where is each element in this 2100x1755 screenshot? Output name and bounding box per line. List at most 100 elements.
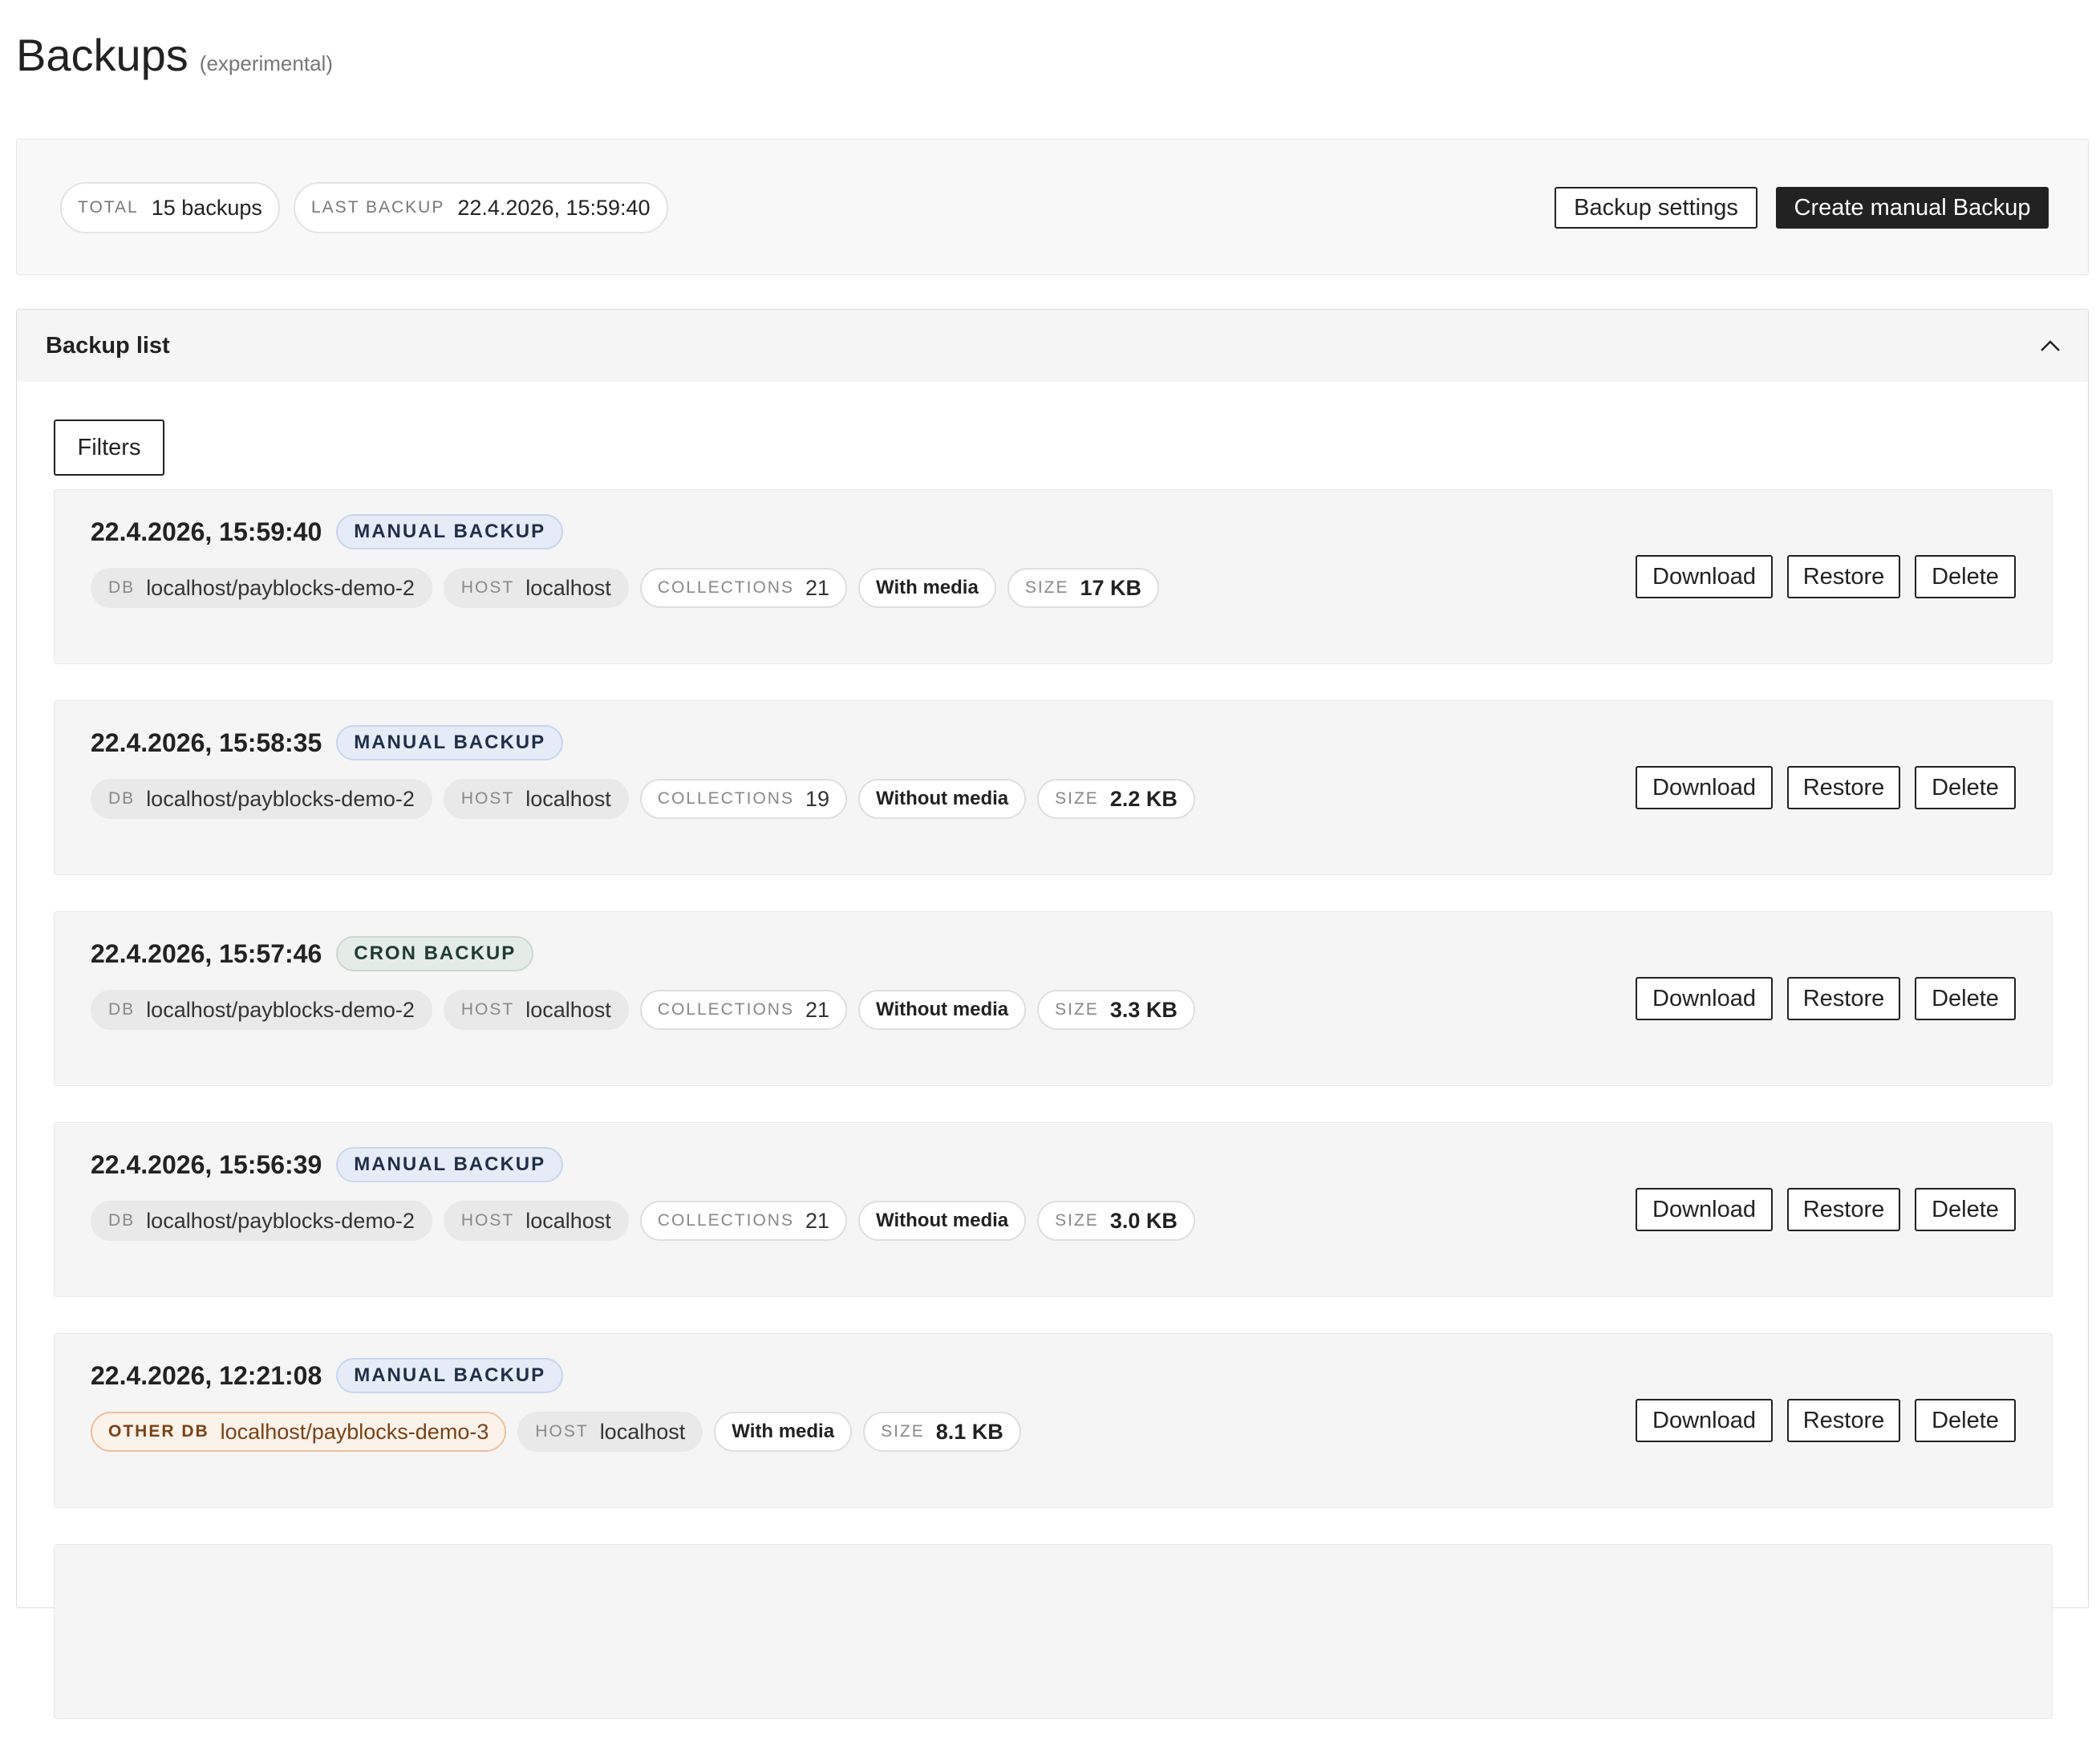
size-chip: SIZE 2.2 KB bbox=[1037, 779, 1195, 819]
size-label: SIZE bbox=[1055, 1000, 1099, 1019]
host-label: HOST bbox=[460, 789, 515, 808]
backup-date: 22.4.2026, 15:56:39 bbox=[91, 1149, 322, 1179]
db-label: DB bbox=[108, 1211, 136, 1230]
backup-type-badge: MANUAL BACKUP bbox=[336, 725, 564, 760]
media-chip: With media bbox=[714, 1412, 853, 1452]
download-button[interactable]: Download bbox=[1636, 1399, 1773, 1442]
backup-type-badge: MANUAL BACKUP bbox=[336, 1358, 564, 1393]
restore-button[interactable]: Restore bbox=[1787, 1399, 1900, 1442]
download-button[interactable]: Download bbox=[1636, 766, 1773, 809]
media-chip: Without media bbox=[858, 990, 1027, 1030]
delete-button[interactable]: Delete bbox=[1915, 555, 2016, 598]
collections-chip: COLLECTIONS 21 bbox=[639, 1201, 848, 1241]
total-backups-pill: TOTAL 15 backups bbox=[60, 182, 280, 233]
backup-list-header[interactable]: Backup list bbox=[17, 310, 2088, 382]
backup-type-badge: CRON BACKUP bbox=[336, 936, 534, 971]
host-chip: HOST localhost bbox=[443, 779, 629, 819]
media-chip: Without media bbox=[858, 779, 1027, 819]
page-title: Backups bbox=[16, 30, 189, 80]
host-value: localhost bbox=[525, 575, 611, 600]
collections-value: 21 bbox=[805, 575, 830, 600]
page-subtitle: (experimental) bbox=[199, 51, 333, 75]
size-value: 3.3 KB bbox=[1109, 997, 1178, 1022]
backup-row: 22.4.2026, 15:58:35 MANUAL BACKUP DB loca… bbox=[54, 700, 2053, 875]
last-backup-value: 22.4.2026, 15:59:40 bbox=[457, 195, 651, 220]
collections-label: COLLECTIONS bbox=[657, 1211, 794, 1230]
download-button[interactable]: Download bbox=[1636, 555, 1773, 598]
backup-settings-button[interactable]: Backup settings bbox=[1555, 187, 1757, 229]
db-label: DB bbox=[108, 578, 136, 597]
collections-label: COLLECTIONS bbox=[657, 789, 794, 808]
backup-date: 22.4.2026, 12:21:08 bbox=[91, 1360, 322, 1390]
collections-label: COLLECTIONS bbox=[657, 578, 794, 597]
backup-row: 22.4.2026, 15:59:40 MANUAL BACKUP DB loca… bbox=[54, 489, 2053, 664]
db-value: localhost/payblocks-demo-2 bbox=[146, 575, 415, 600]
restore-button[interactable]: Restore bbox=[1787, 766, 1900, 809]
host-chip: HOST localhost bbox=[443, 1201, 629, 1241]
last-backup-label: LAST BACKUP bbox=[311, 198, 445, 217]
db-chip: DB localhost/payblocks-demo-2 bbox=[91, 990, 432, 1030]
collections-chip: COLLECTIONS 21 bbox=[639, 568, 848, 608]
backup-date: 22.4.2026, 15:58:35 bbox=[91, 728, 322, 757]
size-label: SIZE bbox=[1024, 578, 1069, 597]
host-value: localhost bbox=[525, 786, 611, 811]
size-value: 3.0 KB bbox=[1109, 1208, 1178, 1233]
backup-list-panel: Backup list Filters 22.4.2026, 15:59:40 … bbox=[16, 309, 2089, 1719]
db-chip: DB localhost/payblocks-demo-2 bbox=[91, 568, 432, 608]
db-label: DB bbox=[108, 789, 136, 808]
delete-button[interactable]: Delete bbox=[1915, 766, 2016, 809]
download-button[interactable]: Download bbox=[1636, 977, 1773, 1020]
collections-label: COLLECTIONS bbox=[657, 1000, 794, 1019]
last-backup-pill: LAST BACKUP 22.4.2026, 15:59:40 bbox=[294, 182, 668, 233]
host-value: localhost bbox=[599, 1419, 686, 1444]
backup-list: 22.4.2026, 15:59:40 MANUAL BACKUP DB loca… bbox=[54, 489, 2053, 1755]
collections-chip: COLLECTIONS 19 bbox=[639, 779, 848, 819]
other-db-chip: OTHER DB localhost/payblocks-demo-3 bbox=[91, 1412, 507, 1452]
page-header: Backups (experimental) bbox=[16, 29, 333, 81]
size-chip: SIZE 8.1 KB bbox=[863, 1412, 1021, 1452]
size-value: 17 KB bbox=[1080, 575, 1142, 600]
filters-button[interactable]: Filters bbox=[54, 419, 164, 476]
host-chip: HOST localhost bbox=[517, 1412, 703, 1452]
backup-list-title: Backup list bbox=[46, 332, 170, 359]
host-value: localhost bbox=[525, 1208, 611, 1233]
chevron-up-icon[interactable] bbox=[2040, 335, 2061, 356]
host-value: localhost bbox=[525, 997, 611, 1022]
db-value: localhost/payblocks-demo-3 bbox=[220, 1419, 489, 1444]
summary-bar: TOTAL 15 backups LAST BACKUP 22.4.2026, … bbox=[16, 139, 2089, 275]
db-value: localhost/payblocks-demo-2 bbox=[146, 997, 415, 1022]
backup-row: 22.4.2026, 15:57:46 CRON BACKUP DB localh… bbox=[54, 911, 2053, 1086]
media-chip: Without media bbox=[858, 1201, 1027, 1241]
size-chip: SIZE 3.3 KB bbox=[1037, 990, 1195, 1030]
db-chip: DB localhost/payblocks-demo-2 bbox=[91, 779, 432, 819]
backup-date: 22.4.2026, 15:57:46 bbox=[91, 938, 322, 968]
size-chip: SIZE 17 KB bbox=[1007, 568, 1160, 608]
host-label: HOST bbox=[460, 578, 515, 597]
restore-button[interactable]: Restore bbox=[1787, 555, 1900, 598]
backup-row: 22.4.2026, 15:56:39 MANUAL BACKUP DB loca… bbox=[54, 1122, 2053, 1297]
restore-button[interactable]: Restore bbox=[1787, 1188, 1900, 1231]
size-value: 2.2 KB bbox=[1109, 786, 1178, 811]
download-button[interactable]: Download bbox=[1636, 1188, 1773, 1231]
delete-button[interactable]: Delete bbox=[1915, 1188, 2016, 1231]
host-label: HOST bbox=[460, 1211, 515, 1230]
delete-button[interactable]: Delete bbox=[1915, 1399, 2016, 1442]
total-label: TOTAL bbox=[78, 198, 139, 217]
delete-button[interactable]: Delete bbox=[1915, 977, 2016, 1020]
backup-row: 22.4.2026, 12:21:08 MANUAL BACKUP OTHER … bbox=[54, 1333, 2053, 1508]
backup-row bbox=[54, 1544, 2053, 1719]
host-chip: HOST localhost bbox=[443, 568, 629, 608]
size-value: 8.1 KB bbox=[935, 1419, 1003, 1444]
size-chip: SIZE 3.0 KB bbox=[1037, 1201, 1195, 1241]
db-value: localhost/payblocks-demo-2 bbox=[146, 786, 415, 811]
host-label: HOST bbox=[460, 1000, 515, 1019]
backup-type-badge: MANUAL BACKUP bbox=[336, 514, 564, 549]
host-label: HOST bbox=[535, 1422, 589, 1441]
db-value: localhost/payblocks-demo-2 bbox=[146, 1208, 415, 1233]
media-chip: With media bbox=[858, 568, 996, 608]
collections-chip: COLLECTIONS 21 bbox=[639, 990, 848, 1030]
restore-button[interactable]: Restore bbox=[1787, 977, 1900, 1020]
create-manual-backup-button[interactable]: Create manual Backup bbox=[1776, 187, 2049, 229]
backup-date: 22.4.2026, 15:59:40 bbox=[91, 517, 322, 546]
size-label: SIZE bbox=[881, 1422, 925, 1441]
